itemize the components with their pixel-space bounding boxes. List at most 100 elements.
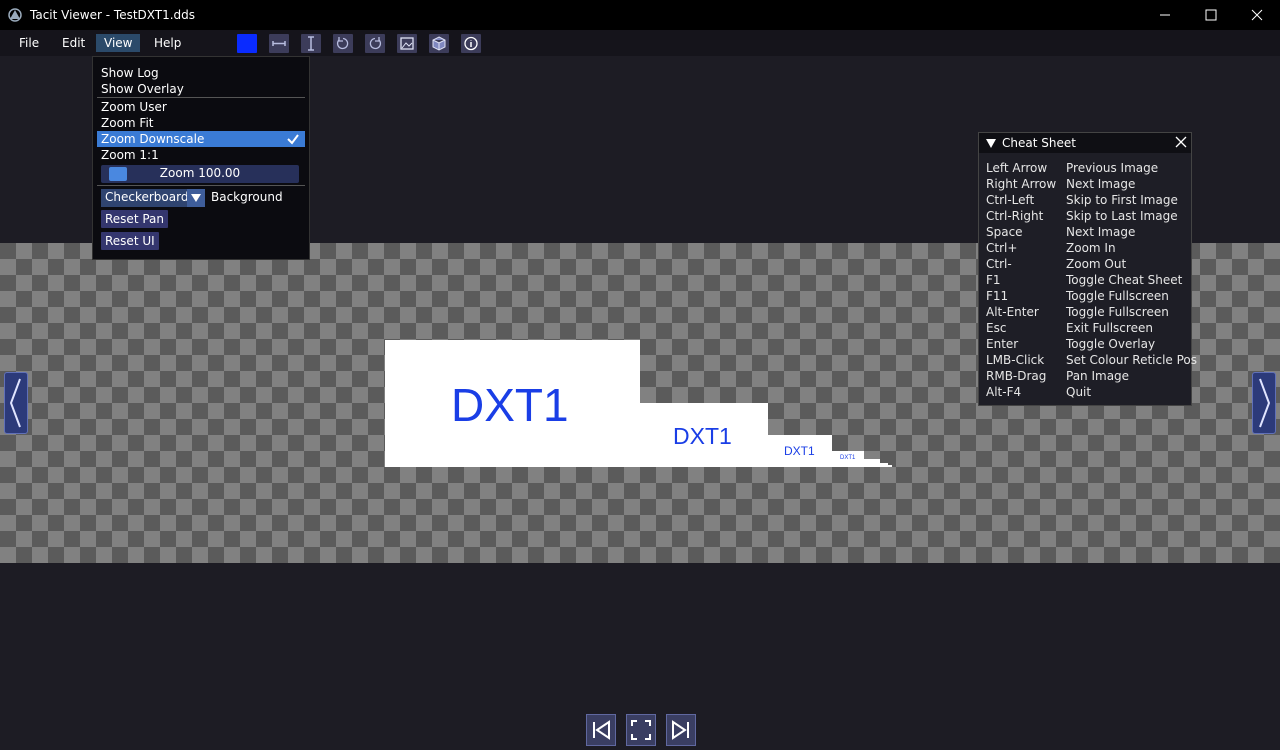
rotate-ccw-button[interactable] xyxy=(333,34,353,53)
shortcut-key: Left Arrow xyxy=(986,161,1048,175)
cube-button[interactable] xyxy=(429,34,449,53)
menu-file[interactable]: File xyxy=(11,34,47,52)
shortcut-key: RMB-Drag xyxy=(986,369,1047,383)
menu-bar: File Edit View Help xyxy=(0,30,1280,56)
reset-pan-button[interactable]: Reset Pan xyxy=(101,210,168,228)
last-image-button[interactable] xyxy=(666,714,696,746)
menu-item-zoom-downscale[interactable]: Zoom Downscale xyxy=(97,131,305,147)
mip-label: DXT1 xyxy=(451,379,569,431)
shortcut-key: Alt-F4 xyxy=(986,385,1022,399)
shortcut-key: F1 xyxy=(986,273,1001,287)
shortcut-action: Zoom In xyxy=(1066,241,1116,255)
shortcut-key: Ctrl-Right xyxy=(986,209,1044,223)
shortcut-action: Pan Image xyxy=(1066,369,1130,383)
mip-level-0: DXT1 xyxy=(385,340,640,467)
zoom-slider-label: Zoom 100.00 xyxy=(159,166,241,180)
fullscreen-button[interactable] xyxy=(626,714,656,746)
app-logo-icon xyxy=(8,8,22,22)
close-icon xyxy=(1251,9,1263,21)
color-swatch-button[interactable] xyxy=(237,34,257,53)
shortcut-action: Toggle Cheat Sheet xyxy=(1066,273,1183,287)
mip-level-3: DXT1 xyxy=(832,451,864,467)
close-icon[interactable] xyxy=(1175,136,1187,148)
shortcut-action: Previous Image xyxy=(1066,161,1159,175)
rotate-cw-icon xyxy=(369,37,382,50)
background-select-value: Checkerboard xyxy=(105,190,189,204)
collapse-triangle-icon[interactable] xyxy=(986,139,996,148)
mip-label: DXT1 xyxy=(673,423,732,449)
cube-icon xyxy=(432,36,446,51)
menu-item-zoom-user[interactable]: Zoom User xyxy=(97,99,167,115)
rotate-ccw-icon xyxy=(336,37,349,50)
minimize-button[interactable] xyxy=(1142,0,1188,30)
shortcut-action: Skip to First Image xyxy=(1066,193,1178,207)
background-select[interactable]: Checkerboard xyxy=(101,189,205,207)
window-title: Tacit Viewer - TestDXT1.dds xyxy=(30,8,196,22)
shortcut-key: Ctrl+ xyxy=(986,241,1018,255)
mip-level-1: DXT1 xyxy=(640,403,768,467)
maximize-button[interactable] xyxy=(1188,0,1234,30)
shortcut-key: Space xyxy=(986,225,1023,239)
dropdown-arrow[interactable] xyxy=(187,189,205,207)
rotate-cw-button[interactable] xyxy=(365,34,385,53)
previous-image-button[interactable] xyxy=(4,372,28,434)
zoom-slider[interactable]: Zoom 100.00 xyxy=(101,165,299,183)
shortcut-action: Next Image xyxy=(1066,177,1136,191)
title-bar: Tacit Viewer - TestDXT1.dds xyxy=(0,0,1280,30)
menu-separator xyxy=(97,185,305,186)
skip-last-icon xyxy=(672,720,689,740)
checkmark-icon xyxy=(287,134,299,145)
mip-level-5 xyxy=(880,463,888,467)
image-properties-button[interactable] xyxy=(397,34,417,53)
reset-ui-button[interactable]: Reset UI xyxy=(101,232,159,250)
mip-level-4 xyxy=(864,459,880,467)
menu-item-show-overlay[interactable]: Show Overlay xyxy=(97,81,184,97)
flip-horizontal-button[interactable] xyxy=(269,34,289,53)
chevron-left-icon xyxy=(9,378,21,428)
info-button[interactable] xyxy=(461,34,481,53)
shortcut-key: F11 xyxy=(986,289,1009,303)
image-properties-icon xyxy=(400,37,414,50)
shortcut-key: Alt-Enter xyxy=(986,305,1039,319)
view-menu-dropdown: Show Log Show Overlay Zoom User Zoom Fit… xyxy=(92,56,310,260)
mip-level-2: DXT1 xyxy=(768,435,832,467)
shortcut-key: Esc xyxy=(986,321,1007,335)
shortcut-key: Enter xyxy=(986,337,1019,351)
menu-item-zoom-1-1[interactable]: Zoom 1:1 xyxy=(97,147,159,163)
menu-view[interactable]: View xyxy=(96,34,141,52)
cheat-sheet-panel: Cheat Sheet Left Arrow Previous Image Righ… xyxy=(978,132,1197,406)
cheat-sheet-title: Cheat Sheet xyxy=(1002,136,1076,150)
menu-separator xyxy=(97,97,305,98)
menu-help[interactable]: Help xyxy=(146,34,189,52)
next-image-button[interactable] xyxy=(1252,372,1276,434)
menu-item-label: Zoom Downscale xyxy=(101,132,205,146)
minimize-icon xyxy=(1160,14,1170,16)
background-label: Background xyxy=(211,190,283,204)
maximize-icon xyxy=(1205,9,1217,21)
shortcut-key: Ctrl- xyxy=(986,257,1012,271)
menu-edit[interactable]: Edit xyxy=(54,34,93,52)
shortcut-action: Skip to Last Image xyxy=(1066,209,1178,223)
chevron-right-icon xyxy=(1259,378,1271,428)
close-button[interactable] xyxy=(1234,0,1280,30)
shortcut-action: Quit xyxy=(1066,385,1092,399)
shortcut-action: Toggle Overlay xyxy=(1066,337,1156,351)
menu-item-zoom-fit[interactable]: Zoom Fit xyxy=(97,115,153,131)
shortcut-key: Ctrl-Left xyxy=(986,193,1035,207)
flip-vertical-icon xyxy=(308,36,314,51)
mip-label: DXT1 xyxy=(784,444,815,458)
mip-level-6 xyxy=(888,465,892,467)
shortcut-key: Right Arrow xyxy=(986,177,1057,191)
first-image-button[interactable] xyxy=(586,714,616,746)
shortcut-action: Zoom Out xyxy=(1066,257,1127,271)
menu-item-show-log[interactable]: Show Log xyxy=(97,65,159,81)
cheat-sheet-header[interactable]: Cheat Sheet xyxy=(979,133,1191,153)
shortcut-key: LMB-Click xyxy=(986,353,1045,367)
shortcut-action: Next Image xyxy=(1066,225,1136,239)
shortcut-action: Toggle Fullscreen xyxy=(1066,289,1169,303)
shortcut-action: Exit Fullscreen xyxy=(1066,321,1153,335)
triangle-down-icon xyxy=(191,194,201,202)
skip-first-icon xyxy=(593,720,610,740)
fullscreen-icon xyxy=(631,720,651,740)
flip-vertical-button[interactable] xyxy=(301,34,321,53)
